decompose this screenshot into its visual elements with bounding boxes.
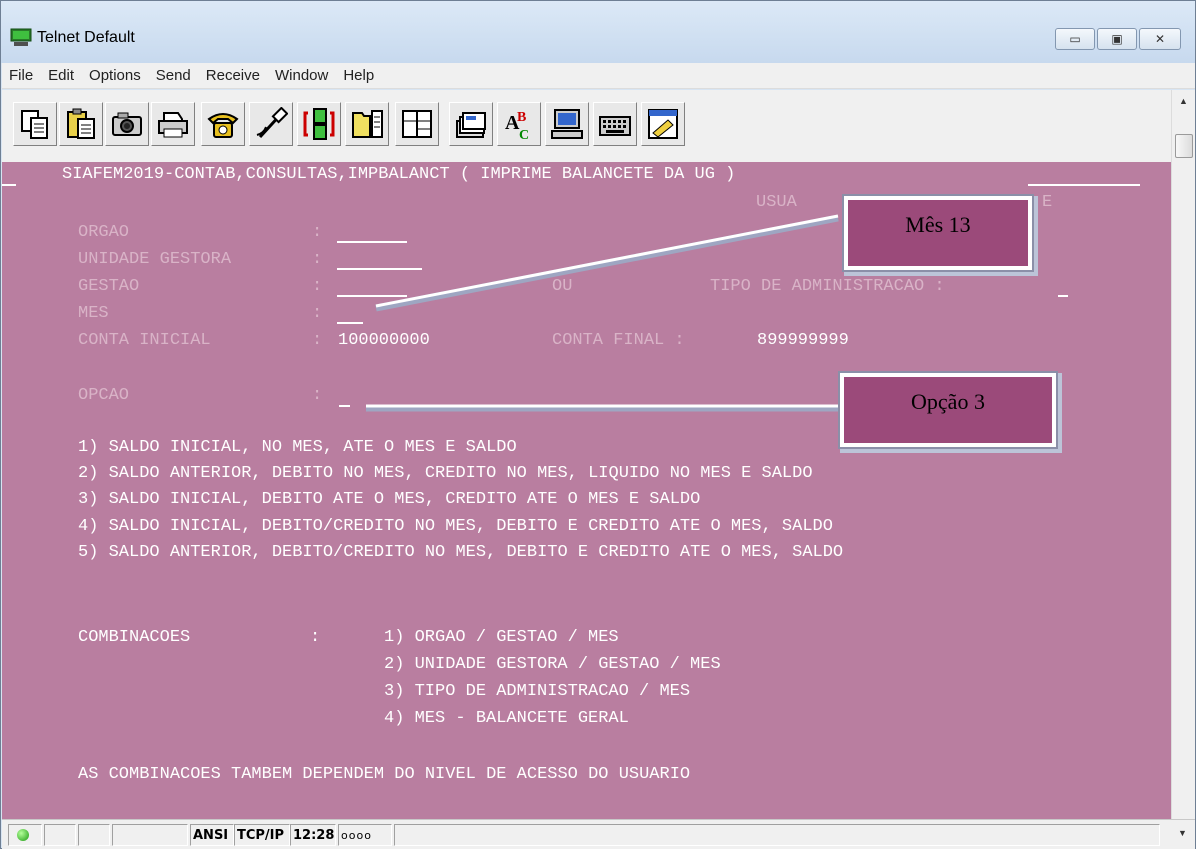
option-2: 2) SALDO ANTERIOR, DEBITO NO MES, CREDIT… — [78, 464, 813, 483]
ou-label: OU — [552, 277, 573, 296]
status-cell-empty-1 — [44, 824, 76, 846]
close-button[interactable]: ✕ — [1139, 28, 1181, 50]
header-left-rule — [2, 184, 16, 186]
minimize-button[interactable]: ▭ — [1055, 28, 1095, 50]
scroll-thumb[interactable] — [1175, 134, 1193, 158]
status-cell-empty-2 — [78, 824, 110, 846]
tipo-administracao-label: TIPO DE ADMINISTRACAO : — [710, 277, 945, 296]
phone-icon[interactable] — [201, 102, 245, 146]
telnet-app-icon — [10, 28, 32, 46]
session-icon[interactable] — [395, 102, 439, 146]
menu-file[interactable]: File — [9, 67, 33, 84]
terminal-mode: ANSI — [190, 824, 234, 846]
combinacoes-label: COMBINACOES — [78, 628, 191, 647]
keyboard-icon[interactable] — [593, 102, 637, 146]
gestao-colon: : — [312, 277, 323, 296]
combinacoes-colon: : — [310, 628, 321, 647]
callout-opcao-text: Opção 3 — [911, 389, 985, 414]
gestao-field[interactable] — [337, 295, 407, 297]
connection-led-icon — [17, 829, 29, 841]
opcao-colon: : — [312, 386, 323, 405]
unidade-gestora-colon: : — [312, 250, 323, 269]
status-cell-empty-3 — [112, 824, 188, 846]
scroll-up-icon[interactable]: ▲ — [1179, 96, 1188, 106]
conta-final-value[interactable]: 899999999 — [757, 331, 849, 350]
status-bar: ANSI TCP/IP 12:28 oooo ▼ — [2, 819, 1195, 849]
option-5: 5) SALDO ANTERIOR, DEBITO/CREDITO NO MES… — [78, 543, 844, 562]
toolbar: ABC — [2, 90, 1171, 162]
callout-mes-text: Mês 13 — [905, 212, 971, 237]
opcao-field[interactable] — [339, 405, 350, 407]
terminal-icon[interactable] — [545, 102, 589, 146]
conta-final-label: CONTA FINAL : — [552, 331, 685, 350]
svg-text:C: C — [519, 128, 529, 141]
unidade-gestora-field[interactable] — [337, 268, 422, 270]
mes-field[interactable] — [337, 322, 363, 324]
conta-inicial-label: CONTA INICIAL — [78, 331, 211, 350]
menu-bar: File Edit Options Send Receive Window He… — [2, 63, 1195, 89]
opcao-label: OPCAO — [78, 386, 130, 405]
orgao-colon: : — [312, 223, 323, 242]
clock: 12:28 — [290, 824, 336, 846]
combinacao-4: 4) MES - BALANCETE GERAL — [384, 709, 629, 728]
telnet-window: Telnet Default ▭ ▣ ✕ File Edit Options S… — [0, 0, 1196, 849]
vertical-scrollbar[interactable]: ▲ ▼ — [1171, 90, 1195, 832]
maximize-button[interactable]: ▣ — [1097, 28, 1137, 50]
title-bar[interactable]: Telnet Default ▭ ▣ ✕ — [1, 1, 1195, 63]
mes-label: MES — [78, 304, 109, 323]
menu-send[interactable]: Send — [156, 67, 191, 84]
menu-help[interactable]: Help — [343, 67, 374, 84]
status-message-area — [394, 824, 1160, 846]
conta-inicial-value[interactable]: 100000000 — [338, 331, 430, 350]
scroll-down-small-icon[interactable]: ▼ — [1178, 828, 1187, 838]
callout-mes: Mês 13 — [844, 196, 1032, 270]
combinacao-3: 3) TIPO DE ADMINISTRACAO / MES — [384, 682, 691, 701]
print-icon[interactable] — [151, 102, 195, 146]
svg-text:B: B — [517, 110, 526, 125]
window-title: Telnet Default — [37, 29, 135, 46]
camera-icon[interactable] — [105, 102, 149, 146]
indicator-lights: oooo — [338, 824, 392, 846]
cards-icon[interactable] — [449, 102, 493, 146]
callout-opcao: Opção 3 — [840, 373, 1056, 447]
hangup-icon[interactable] — [249, 102, 293, 146]
orgao-field[interactable] — [337, 241, 407, 243]
tipo-administracao-field[interactable] — [1058, 295, 1068, 297]
unidade-gestora-label: UNIDADE GESTORA — [78, 250, 232, 269]
header-right-rule — [1028, 184, 1140, 186]
menu-options[interactable]: Options — [89, 67, 141, 84]
usuario-fragment: USUA — [756, 193, 797, 212]
screen-header: SIAFEM2019-CONTAB,CONSULTAS,IMPBALANCT (… — [62, 165, 736, 184]
menu-edit[interactable]: Edit — [48, 67, 74, 84]
mes-colon: : — [312, 304, 323, 323]
keymap-icon[interactable] — [641, 102, 685, 146]
conta-inicial-colon: : — [312, 331, 323, 350]
protocol: TCP/IP — [234, 824, 290, 846]
gestao-label: GESTAO — [78, 277, 140, 296]
option-3: 3) SALDO INICIAL, DEBITO ATE O MES, CRED… — [78, 490, 701, 509]
menu-window[interactable]: Window — [275, 67, 328, 84]
combinacao-2: 2) UNIDADE GESTORA / GESTAO / MES — [384, 655, 721, 674]
combinacao-1: 1) ORGAO / GESTAO / MES — [384, 628, 619, 647]
orgao-label: ORGAO — [78, 223, 130, 242]
footer-note: AS COMBINACOES TAMBEM DEPENDEM DO NIVEL … — [78, 765, 691, 784]
menu-receive[interactable]: Receive — [206, 67, 260, 84]
option-1: 1) SALDO INICIAL, NO MES, ATE O MES E SA… — [78, 438, 517, 457]
connection-status-cell — [8, 824, 42, 846]
file-transfer-icon[interactable] — [345, 102, 389, 146]
terminal-screen[interactable]: SIAFEM2019-CONTAB,CONSULTAS,IMPBALANCT (… — [2, 162, 1171, 819]
paste-icon[interactable] — [59, 102, 103, 146]
option-4: 4) SALDO INICIAL, DEBITO/CREDITO NO MES,… — [78, 517, 833, 536]
usuario-fragment-right: E — [1042, 193, 1053, 212]
font-icon[interactable]: ABC — [497, 102, 541, 146]
connect-icon[interactable] — [297, 102, 341, 146]
copy-icon[interactable] — [13, 102, 57, 146]
